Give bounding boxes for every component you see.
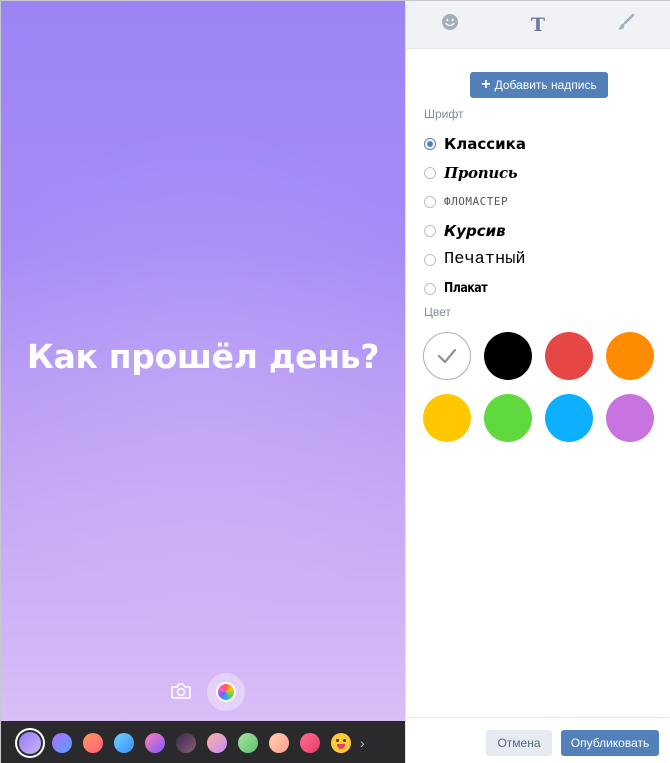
background-swatch-green[interactable]	[238, 732, 258, 753]
background-swatch-purple-blue[interactable]	[52, 732, 72, 753]
font-radio[interactable]	[424, 166, 436, 179]
smile-icon	[441, 13, 459, 36]
color-swatch-red[interactable]	[545, 332, 593, 380]
background-strip: ›	[1, 721, 405, 763]
font-option-label: Печатный	[444, 250, 526, 269]
background-swatch-peach[interactable]	[269, 732, 289, 753]
color-swatch-black[interactable]	[484, 332, 532, 380]
font-radio[interactable]	[424, 282, 436, 295]
background-swatch-sky-blue[interactable]	[114, 732, 134, 753]
font-option[interactable]: Курсив	[424, 216, 526, 245]
tab-stickers[interactable]	[406, 1, 494, 48]
background-palette-button[interactable]	[207, 673, 245, 711]
font-radio[interactable]	[424, 253, 436, 266]
panel-footer: Отмена Опубликовать	[406, 717, 670, 763]
story-text[interactable]: Как прошёл день?	[1, 337, 405, 376]
text-tab-label: T	[530, 13, 546, 36]
font-list: Классика Пропись ФЛОМАСТЕР Курсив Печатный Пл…	[424, 129, 526, 303]
font-option[interactable]: Пропись	[424, 158, 526, 187]
story-canvas[interactable]: Как прошёл день?	[1, 1, 405, 721]
editor-panel: T + Добавить надпись Шрифт Классика Пропи…	[405, 1, 670, 763]
check-icon	[437, 348, 457, 364]
canvas-glow	[1, 121, 405, 641]
palette-icon	[216, 682, 236, 702]
camera-button[interactable]	[167, 679, 195, 707]
background-swatch-lavender[interactable]	[19, 731, 41, 754]
tab-draw[interactable]	[582, 1, 670, 48]
font-section-label: Шрифт	[424, 107, 464, 121]
color-swatch-white[interactable]	[423, 332, 471, 380]
tab-text[interactable]: T	[494, 1, 582, 48]
plus-icon: +	[481, 75, 491, 93]
background-swatch-orange-pink[interactable]	[83, 732, 103, 753]
color-swatch-orange[interactable]	[606, 332, 654, 380]
font-radio[interactable]	[424, 137, 436, 150]
font-option[interactable]: Печатный	[424, 245, 526, 274]
font-radio[interactable]	[424, 195, 436, 208]
font-option-label: Классика	[444, 134, 526, 153]
background-swatch-peach-lilac[interactable]	[207, 732, 227, 753]
publish-button[interactable]: Опубликовать	[561, 730, 659, 756]
color-grid	[423, 332, 663, 442]
color-section-label: Цвет	[424, 305, 451, 319]
cancel-button[interactable]: Отмена	[486, 730, 552, 756]
background-swatch-sunset[interactable]	[145, 732, 165, 753]
canvas-tools	[1, 673, 405, 713]
add-caption-label: Добавить надпись	[494, 78, 597, 92]
color-swatch-green[interactable]	[484, 394, 532, 442]
color-swatch-yellow[interactable]	[423, 394, 471, 442]
font-option-label: ФЛОМАСТЕР	[444, 195, 509, 208]
background-swatch-dark-night[interactable]	[176, 732, 196, 753]
font-option-label: Плакат	[444, 281, 488, 296]
background-swatch-pink-red[interactable]	[300, 732, 320, 753]
emoji-background-swatch[interactable]	[331, 732, 351, 753]
font-option[interactable]: ФЛОМАСТЕР	[424, 187, 526, 216]
font-option[interactable]: Плакат	[424, 274, 526, 303]
font-radio[interactable]	[424, 224, 436, 237]
color-swatch-blue[interactable]	[545, 394, 593, 442]
add-caption-button[interactable]: + Добавить надпись	[470, 72, 608, 98]
font-option-label: Пропись	[444, 163, 518, 182]
font-option[interactable]: Классика	[424, 129, 526, 158]
color-swatch-purple[interactable]	[606, 394, 654, 442]
story-editor-window: Как прошёл день? › T + Добавить надпись …	[0, 0, 670, 763]
font-option-label: Курсив	[444, 221, 506, 240]
chevron-right-icon[interactable]: ›	[360, 735, 365, 751]
brush-icon	[617, 13, 635, 36]
camera-icon	[170, 682, 192, 705]
panel-tabs: T	[406, 1, 670, 49]
